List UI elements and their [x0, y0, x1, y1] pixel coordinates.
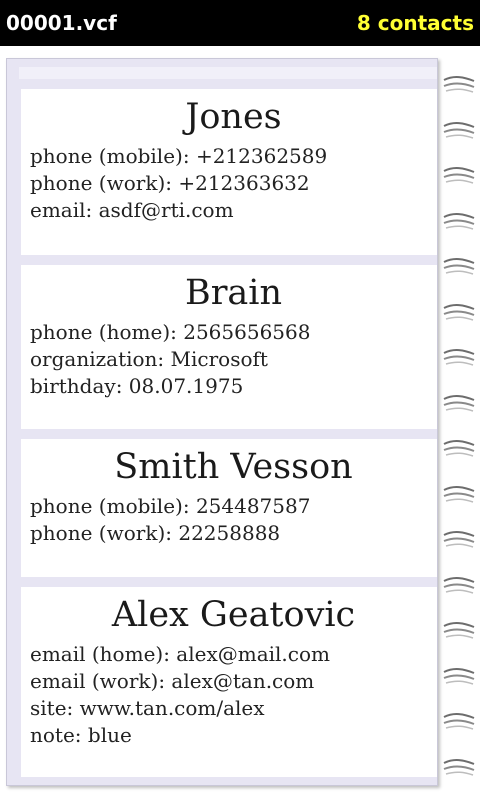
- spiral-ring-icon: [443, 121, 475, 139]
- page-top-strip: [19, 67, 437, 79]
- contact-name: Smith Vesson: [114, 447, 353, 487]
- contact-field: phone (work): +212363632: [30, 171, 310, 195]
- spiral-ring-icon: [443, 622, 475, 639]
- spiral-ring-icon: [443, 485, 475, 503]
- contact-name: Alex Geatovic: [111, 595, 356, 635]
- spiral-ring-icon: [443, 76, 475, 93]
- spiral-ring-icon: [443, 258, 475, 275]
- contact-field: note: blue: [30, 723, 132, 747]
- spiral-ring-icon: [443, 440, 475, 457]
- spiral-ring-icon: [443, 349, 475, 366]
- contact-card-brain[interactable]: Brain phone (home): 2565656568 organizat…: [21, 265, 437, 429]
- contact-field: phone (mobile): +212362589: [30, 144, 328, 168]
- contact-field: birthday: 08.07.1975: [30, 374, 244, 398]
- contact-name: Jones: [185, 97, 282, 137]
- spiral-ring-icon: [443, 394, 475, 412]
- contact-card-smith-vesson[interactable]: Smith Vesson phone (mobile): 254487587 p…: [21, 439, 437, 577]
- filename-label: 00001.vcf: [6, 11, 117, 35]
- contact-field: site: www.tan.com/alex: [30, 696, 265, 720]
- spiral-ring-icon: [443, 758, 475, 776]
- spiral-ring-icon: [443, 667, 475, 685]
- notebook-page: Jones phone (mobile): +212362589 phone (…: [6, 58, 438, 786]
- contact-card-alex-geatovic[interactable]: Alex Geatovic email (home): alex@mail.co…: [21, 587, 437, 777]
- contact-field: organization: Microsoft: [30, 347, 268, 371]
- title-bar: 00001.vcf 8 contacts: [0, 0, 480, 46]
- spiral-ring-icon: [443, 303, 475, 321]
- contact-field: phone (home): 2565656568: [30, 320, 311, 344]
- spiral-ring-icon: [443, 713, 475, 730]
- spiral-ring-icon: [443, 212, 475, 230]
- contact-field: email: asdf@rti.com: [30, 198, 234, 222]
- spiral-ring-icon: [443, 531, 475, 548]
- spiral-ring-icon: [443, 576, 475, 594]
- contact-field: email (work): alex@tan.com: [30, 669, 315, 693]
- contact-field: phone (work): 22258888: [30, 521, 281, 545]
- contacts-count: 8 contacts: [356, 11, 474, 35]
- contact-field: email (home): alex@mail.com: [30, 642, 330, 666]
- contact-card-jones[interactable]: Jones phone (mobile): +212362589 phone (…: [21, 89, 437, 255]
- spiral-binding: [436, 58, 480, 788]
- contact-field: phone (mobile): 254487587: [30, 494, 311, 518]
- spiral-ring-icon: [443, 167, 475, 184]
- contact-name: Brain: [184, 273, 283, 313]
